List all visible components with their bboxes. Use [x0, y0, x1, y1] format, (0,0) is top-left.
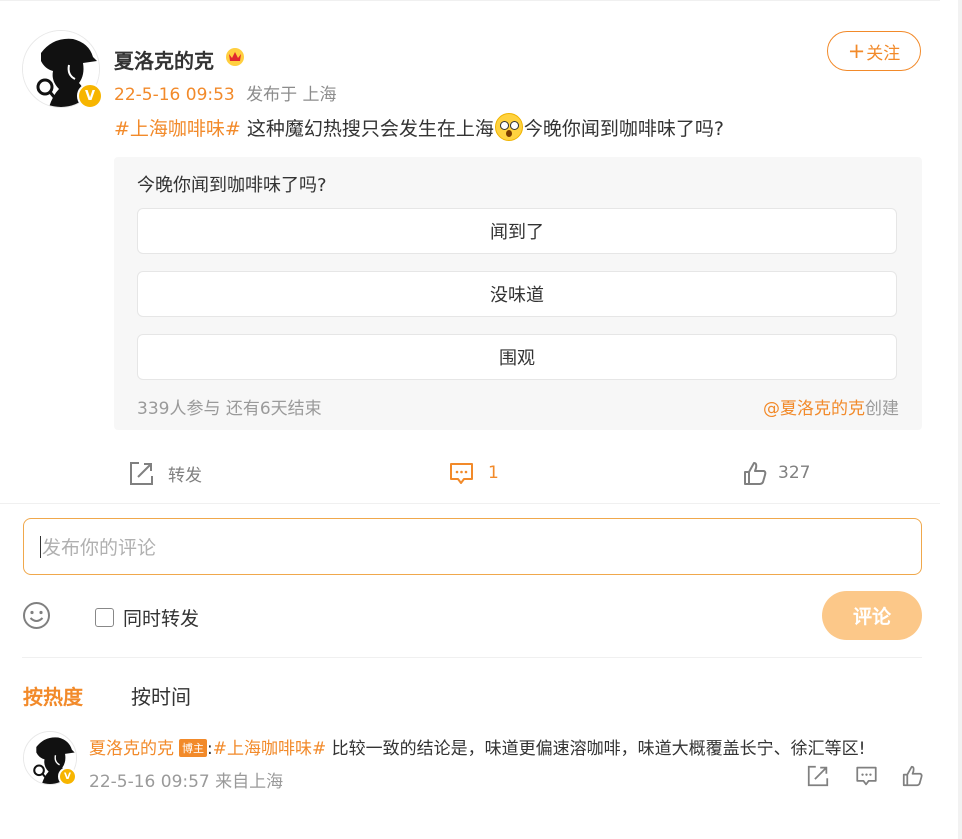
repost-label: 转发 [168, 465, 202, 486]
poll-option-3[interactable]: 围观 [137, 334, 897, 380]
top-divider [0, 0, 940, 1]
comment-button[interactable]: 1 [449, 458, 499, 488]
post-time[interactable]: 22-5-16 09:53 [114, 85, 235, 105]
poll-participants: 339人参与 还有6天结束 [137, 399, 322, 419]
follow-label: 关注 [866, 43, 901, 64]
post-text-part1: 这种魔幻热搜只会发生在上海 [240, 118, 494, 140]
comment-share-icon[interactable] [807, 765, 829, 787]
comment-meta: 22-5-16 09:57 来自上海 [89, 772, 284, 792]
comment-body: 比较一致的结论是，味道更偏速溶咖啡，味道大概覆盖长宁、徐汇等区! [326, 739, 866, 759]
like-button[interactable]: 327 [743, 458, 810, 488]
comment-user[interactable]: 夏洛克的克 [89, 739, 174, 759]
tab-sort-by-time[interactable]: 按时间 [131, 681, 191, 710]
comment-input[interactable]: 发布你的评论 [23, 518, 922, 575]
crown-icon [226, 48, 244, 66]
follow-button[interactable]: + 关注 [827, 31, 921, 71]
author-badge: 博主 [179, 739, 207, 757]
poll-creator: @夏洛克的克创建 [763, 394, 899, 419]
verified-badge-icon: V [77, 83, 103, 109]
comment-icon [450, 462, 473, 484]
poll-question: 今晚你闻到咖啡味了吗? [137, 175, 327, 196]
post-hashtag[interactable]: #上海咖啡味# [114, 118, 241, 140]
commenter-avatar[interactable]: V [23, 731, 77, 786]
submit-comment-button[interactable]: 评论 [822, 591, 922, 640]
emoji-picker-icon[interactable] [22, 601, 51, 630]
divider [0, 503, 940, 504]
poll-creator-link[interactable]: @夏洛克的克 [763, 399, 865, 419]
post-meta: 22-5-16 09:53 发布于 上海 [114, 80, 337, 105]
thumbs-up-icon [744, 461, 767, 485]
poll-option-1[interactable]: 闻到了 [137, 208, 897, 254]
repost-checkbox-row[interactable]: 同时转发 [95, 604, 199, 631]
like-count: 327 [778, 463, 811, 483]
poll-creator-suffix: 创建 [865, 399, 899, 419]
repost-checkbox[interactable] [95, 608, 114, 627]
verified-badge-icon: V [58, 767, 77, 786]
comment-text: 夏洛克的克 博主:#上海咖啡味# 比较一致的结论是，味道更偏速溶咖啡，味道大概覆盖… [89, 734, 865, 759]
comment-like-icon[interactable] [902, 765, 924, 787]
comment-placeholder: 发布你的评论 [42, 537, 157, 559]
scrollbar-track[interactable] [958, 0, 962, 839]
shocked-face-emoji-icon [494, 113, 523, 141]
plus-icon: + [847, 39, 866, 63]
repost-button[interactable]: 转发 [129, 458, 202, 488]
post-location: 发布于 上海 [246, 85, 337, 105]
share-icon [130, 461, 153, 485]
comment-hashtag[interactable]: #上海咖啡味# [213, 739, 327, 759]
author-name[interactable]: 夏洛克的克 [114, 45, 214, 74]
comment-count: 1 [488, 463, 499, 483]
poll-option-2[interactable]: 没味道 [137, 271, 897, 317]
post-text: #上海咖啡味# 这种魔幻热搜只会发生在上海 今晚你闻到咖啡味了吗? [114, 113, 724, 141]
post-text-part2: 今晚你闻到咖啡味了吗? [523, 118, 724, 140]
divider [22, 657, 922, 658]
comment-reply-icon[interactable] [855, 765, 878, 787]
author-avatar[interactable]: V [22, 30, 103, 109]
poll-card: 今晚你闻到咖啡味了吗? 闻到了 没味道 围观 339人参与 还有6天结束 @夏洛… [114, 157, 922, 430]
text-caret [40, 535, 41, 558]
repost-checkbox-label: 同时转发 [123, 608, 200, 630]
tab-sort-by-hot[interactable]: 按热度 [23, 681, 83, 710]
